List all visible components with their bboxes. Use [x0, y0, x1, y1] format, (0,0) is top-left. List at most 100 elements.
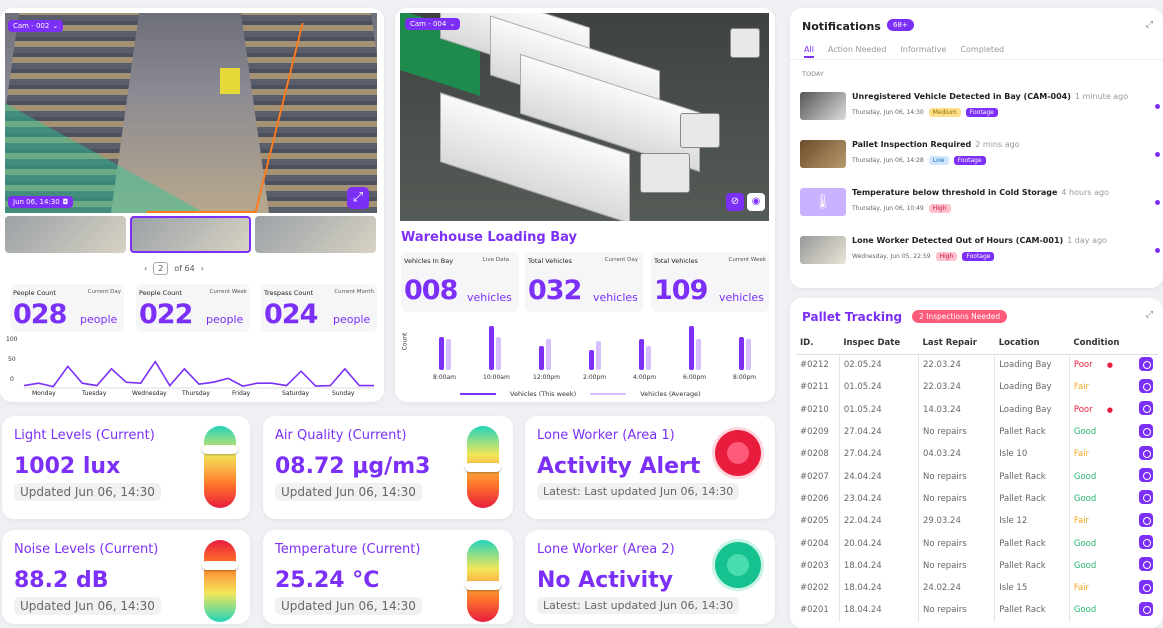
notification-time: 1 day ago — [1067, 236, 1107, 245]
table-row[interactable]: #0205 22.04.24 29.03.24 Isle 12 Fair — [796, 510, 1158, 533]
location-cell: Isle 15 — [994, 576, 1070, 600]
expand-icon[interactable]: ⤢ — [1146, 310, 1153, 320]
notification-title: Unregistered Vehicle Detected in Bay (CA… — [852, 92, 1129, 101]
bar-average — [646, 345, 651, 370]
table-row[interactable]: #0209 27.04.24 No repairs Pallet Rack Good — [796, 420, 1158, 444]
notification-item[interactable]: 🌡 Temperature below threshold in Cold Sto… — [800, 184, 1160, 224]
gauge-knob — [202, 560, 238, 570]
location-cell: Pallet Rack — [994, 532, 1070, 555]
table-row[interactable]: #0210 01.05.24 14.03.24 Loading Bay Poor ● — [796, 398, 1158, 421]
camera-icon[interactable] — [1138, 445, 1153, 460]
view-icon[interactable]: ◉ — [747, 193, 765, 211]
chevron-right-icon[interactable]: › — [201, 264, 204, 273]
table-row[interactable]: #0203 18.04.24 No repairs Pallet Rack Good — [796, 554, 1158, 577]
camera-icon[interactable] — [1138, 557, 1153, 572]
bar-average — [696, 338, 701, 370]
thumbnail[interactable] — [5, 216, 126, 253]
camera-icon[interactable] — [1138, 401, 1153, 416]
camera-aisle-feed[interactable] — [5, 13, 377, 213]
notification-time: 4 hours ago — [1061, 188, 1109, 197]
id-cell: #0209 — [800, 427, 829, 438]
camera-icon[interactable] — [1138, 601, 1153, 616]
tab-completed[interactable]: Completed — [960, 45, 1004, 58]
condition-cell: Fair — [1068, 376, 1135, 399]
camera-icon[interactable] — [1138, 423, 1153, 438]
footage-chip[interactable]: Footage — [953, 156, 986, 165]
total-vehicles-week: Total Vehicles Current Week 109 vehicles — [651, 252, 769, 312]
footage-chip[interactable]: Footage — [962, 252, 995, 261]
table-row[interactable]: #0201 18.04.24 No repairs Pallet Rack Good — [796, 599, 1158, 622]
vehicles-in-bay: Vehicles In Bay Live Data 008 vehicles — [401, 252, 519, 312]
x-tick-label: 8:00am — [433, 374, 456, 381]
page-input[interactable]: 2 — [153, 262, 169, 275]
id-cell: #0210 — [800, 404, 829, 415]
bar-this-week — [489, 325, 494, 370]
id-cell: #0201 — [800, 605, 829, 616]
expand-icon[interactable]: ⤢ — [1146, 20, 1153, 30]
camera-icon[interactable] — [1138, 512, 1153, 527]
last-repair-cell: No repairs — [917, 599, 995, 622]
camera-icon[interactable] — [1138, 468, 1153, 483]
section-label: TODAY — [802, 70, 824, 78]
notification-item[interactable]: Lone Worker Detected Out of Hours (CAM-0… — [800, 232, 1160, 272]
camera-button-cell — [1135, 555, 1158, 577]
location-cell: Loading Bay — [994, 376, 1070, 399]
tab-all[interactable]: All — [804, 45, 814, 58]
chevron-left-icon[interactable]: ‹ — [144, 264, 147, 273]
camera-select[interactable]: Cam - 002 ⌄ — [8, 20, 64, 32]
camera-button-cell — [1135, 599, 1158, 621]
notification-item[interactable]: Pallet Inspection Required 2 mins ago Thur… — [800, 136, 1160, 176]
condition-cell: Good — [1068, 599, 1135, 622]
fullscreen-icon[interactable]: ⤢ — [347, 187, 369, 209]
camera-icon[interactable] — [1138, 356, 1153, 371]
condition-cell: Good — [1068, 532, 1135, 555]
hide-icon[interactable]: ⊘ — [726, 193, 744, 211]
notification-title: Temperature below threshold in Cold Stor… — [852, 188, 1109, 197]
table-row[interactable]: #0208 27.04.24 04.03.24 Isle 10 Fair — [796, 443, 1158, 466]
camera-icon[interactable] — [1138, 378, 1153, 393]
column-header[interactable]: Last Repair — [918, 332, 995, 355]
camera-icon[interactable] — [1138, 579, 1153, 594]
condition-cell: Poor ● — [1068, 398, 1135, 421]
table-row[interactable]: #0211 01.05.24 22.03.24 Loading Bay Fair — [796, 376, 1158, 399]
location-cell: Pallet Rack — [994, 465, 1070, 488]
last-repair-cell: No repairs — [917, 420, 995, 444]
lone-worker-area2-card: Lone Worker (Area 2) No Activity Latest:… — [525, 530, 775, 624]
thumbnail-selected[interactable] — [130, 216, 251, 253]
column-header[interactable]: Condition — [1069, 332, 1135, 355]
tab-action-needed[interactable]: Action Needed — [828, 45, 887, 58]
condition-cell: Fair — [1068, 443, 1135, 466]
camera-icon[interactable] — [1138, 535, 1153, 550]
table-row[interactable]: #0206 23.04.24 No repairs Pallet Rack Good — [796, 487, 1158, 511]
camera-button-cell — [1135, 532, 1158, 554]
id-cell: #0212 — [800, 360, 829, 371]
notification-thumbnail — [800, 92, 846, 120]
column-header[interactable]: Inspec Date — [839, 332, 919, 355]
bar-this-week — [639, 338, 644, 370]
notification-item[interactable]: Unregistered Vehicle Detected in Bay (CA… — [800, 88, 1160, 128]
camera-icon[interactable] — [1138, 490, 1153, 505]
x-tick-label: 8:00pm — [733, 374, 757, 381]
tab-informative[interactable]: Informative — [900, 45, 946, 58]
table-row[interactable]: #0212 02.05.24 22.03.24 Loading Bay Poor ● — [796, 354, 1158, 377]
table-row[interactable]: #0204 20.04.24 No repairs Pallet Rack Good — [796, 532, 1158, 555]
notification-date: Thursday, Jun 06, 14:30 — [852, 109, 924, 116]
thumbnail[interactable] — [255, 216, 376, 253]
unread-dot — [1155, 200, 1160, 205]
people-trend-line — [23, 360, 374, 388]
table-row[interactable]: #0207 24.04.24 No repairs Pallet Rack Good — [796, 465, 1158, 488]
camera-select[interactable]: Cam - 004 ⌄ — [405, 18, 461, 30]
column-header[interactable]: ID. — [796, 332, 840, 355]
day-label: Monday — [32, 390, 56, 397]
id-cell: #0206 — [800, 493, 829, 504]
footage-chip[interactable]: Footage — [965, 108, 998, 117]
temperature-gauge — [465, 540, 501, 622]
light-levels-card: Light Levels (Current) 1002 lux Updated … — [2, 416, 250, 519]
priority-chip: Medium — [928, 108, 961, 117]
pagination: ‹ 2 of 64 › — [144, 262, 204, 275]
table-row[interactable]: #0202 18.04.24 24.02.24 Isle 15 Fair — [796, 576, 1158, 600]
last-repair-cell: 22.03.24 — [917, 376, 995, 399]
day-label: Friday — [232, 390, 251, 397]
camera-loadingbay-feed[interactable] — [400, 13, 769, 221]
column-header[interactable]: Location — [994, 332, 1070, 355]
